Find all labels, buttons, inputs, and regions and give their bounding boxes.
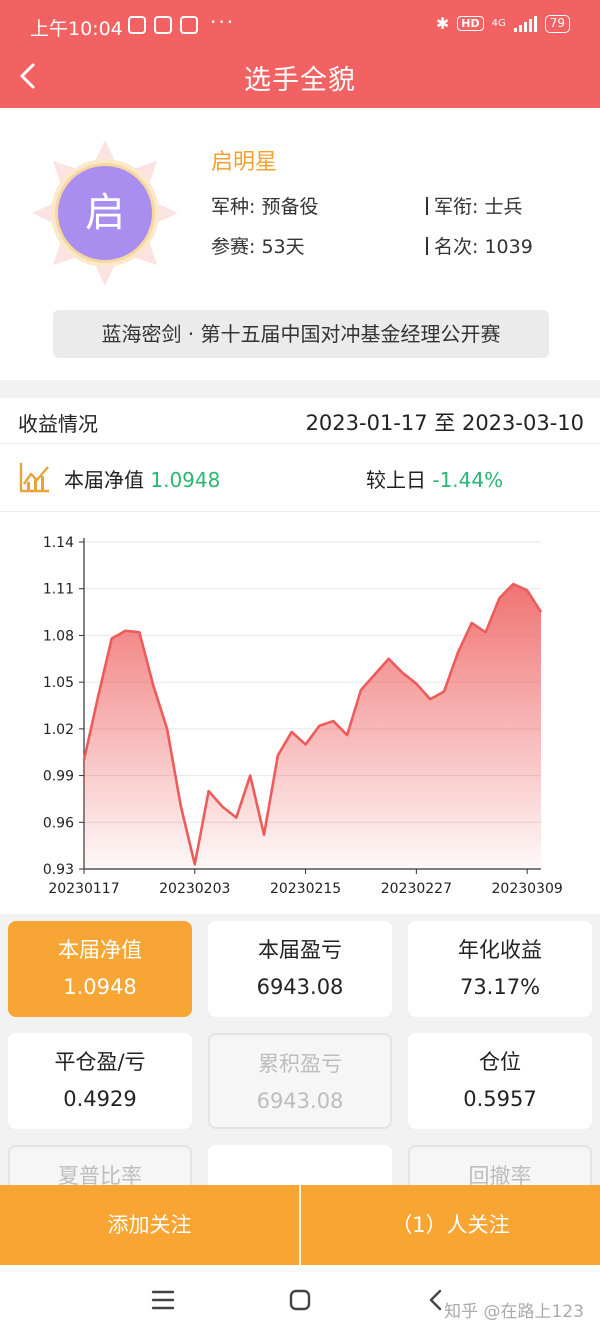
x-tick-label: 20230309 — [492, 881, 563, 897]
stat-value: 73.17% — [459, 975, 541, 999]
y-tick-label: 0.96 — [43, 815, 74, 831]
page-title: 选手全貌 — [244, 65, 356, 96]
series-area — [84, 584, 541, 869]
rank-info: 军衔: 士兵 — [426, 192, 522, 219]
notification-icon — [128, 16, 146, 34]
stat-title: 本届盈亏 — [258, 938, 342, 962]
nav-label-group: 本届净值 1.0948 — [64, 464, 220, 493]
stat-title: 年化收益 — [458, 938, 542, 962]
battery-level: 79 — [544, 14, 570, 33]
stat-card-position[interactable]: 仓位 0.5957 — [408, 1033, 592, 1129]
followers-button[interactable]: （1）人关注 — [301, 1185, 600, 1265]
y-tick-label: 0.99 — [43, 769, 74, 785]
chart-icon — [19, 463, 49, 493]
notification-icons — [128, 16, 198, 34]
network-type: 4G — [491, 17, 506, 29]
stat-value: 6943.08 — [256, 1089, 344, 1113]
avatar: 启 — [55, 163, 155, 263]
stat-title: 平仓盈/亏 — [54, 1050, 146, 1074]
stat-value: 1.0948 — [63, 975, 137, 999]
more-notifications: ··· — [210, 10, 236, 34]
stat-card-nav[interactable]: 本届净值 1.0948 — [8, 921, 192, 1017]
watermark: 知乎 @在路上123 — [444, 1302, 584, 1322]
y-tick-label: 1.05 — [43, 675, 74, 691]
y-tick-label: 1.02 — [43, 722, 74, 738]
avatar-badge: 启 — [30, 138, 180, 288]
y-tick-label: 1.08 — [43, 628, 74, 644]
top-bar: 上午10:04 ··· ✱ HD 4G 79 选手全貌 — [0, 0, 600, 108]
y-tick-label: 1.14 — [43, 535, 74, 551]
player-profile: 启 启明星 军种: 预备役 军衔: 士兵 参赛: 53天 名次: 1039 蓝海… — [0, 108, 600, 380]
days-info: 参赛: 53天 — [211, 236, 305, 258]
hd-badge: HD — [457, 16, 484, 31]
position-info: 名次: 1039 — [426, 232, 533, 259]
notification-icon — [154, 16, 172, 34]
stat-card-pnl[interactable]: 本届盈亏 6943.08 — [208, 921, 392, 1017]
date-range[interactable]: 2023-01-17 至 2023-03-10 — [306, 407, 584, 437]
signal-icon — [513, 15, 537, 32]
stat-title: 仓位 — [479, 1050, 521, 1074]
menu-icon[interactable] — [146, 1283, 180, 1317]
x-tick-label: 20230203 — [159, 881, 230, 897]
nav-label: 本届净值 — [64, 468, 144, 492]
add-follow-button[interactable]: 添加关注 — [0, 1185, 299, 1265]
home-icon[interactable] — [283, 1283, 317, 1317]
nav-chart: 1.14 1.11 1.08 1.05 1.02 0.99 0.96 0.93 20230117… — [43, 535, 563, 897]
stat-card-closed-pnl[interactable]: 平仓盈/亏 0.4929 — [8, 1033, 192, 1129]
notification-icon — [180, 16, 198, 34]
day-change-group: 较上日 -1.44% — [366, 464, 503, 493]
separator — [426, 237, 428, 255]
player-name: 启明星 — [211, 150, 278, 175]
status-right: ✱ HD 4G 79 — [436, 14, 570, 33]
status-time: 上午10:04 — [30, 18, 123, 40]
stat-value: 0.5957 — [463, 1087, 537, 1111]
day-change-label: 较上日 — [366, 468, 426, 492]
bluetooth-icon: ✱ — [435, 14, 450, 33]
stat-value: 6943.08 — [256, 975, 344, 999]
stat-card-annual-return[interactable]: 年化收益 73.17% — [408, 921, 592, 1017]
y-tick-label: 1.11 — [43, 582, 74, 598]
income-section: 收益情况 2023-01-17 至 2023-03-10 本届净值 1.0948… — [0, 398, 600, 914]
y-tick-label: 0.93 — [43, 862, 74, 878]
stat-card-cumulative-pnl: 累积盈亏 6943.08 — [208, 1033, 392, 1129]
rank-text: 军衔: 士兵 — [434, 196, 523, 218]
day-change-value: -1.44% — [432, 468, 504, 492]
status-bar: 上午10:04 ··· ✱ HD 4G 79 — [0, 0, 600, 50]
stat-title: 本届净值 — [58, 938, 142, 962]
bottom-action-bar: 添加关注 （1）人关注 — [0, 1185, 600, 1265]
x-tick-label: 20230215 — [270, 881, 341, 897]
income-title: 收益情况 — [18, 412, 98, 436]
x-tick-label: 20230227 — [381, 881, 452, 897]
branch-info: 军种: 预备役 — [211, 196, 319, 218]
position-text: 名次: 1039 — [434, 236, 533, 258]
x-tick-label: 20230117 — [48, 881, 119, 897]
stat-value: 0.4929 — [63, 1087, 137, 1111]
income-header: 收益情况 2023-01-17 至 2023-03-10 — [0, 398, 600, 444]
contest-tag[interactable]: 蓝海密剑 · 第十五届中国对冲基金经理公开赛 — [53, 310, 549, 358]
nav-summary: 本届净值 1.0948 较上日 -1.44% — [0, 444, 600, 512]
separator — [426, 197, 428, 215]
nav-value: 1.0948 — [150, 468, 221, 492]
stat-title: 累积盈亏 — [258, 1052, 342, 1076]
